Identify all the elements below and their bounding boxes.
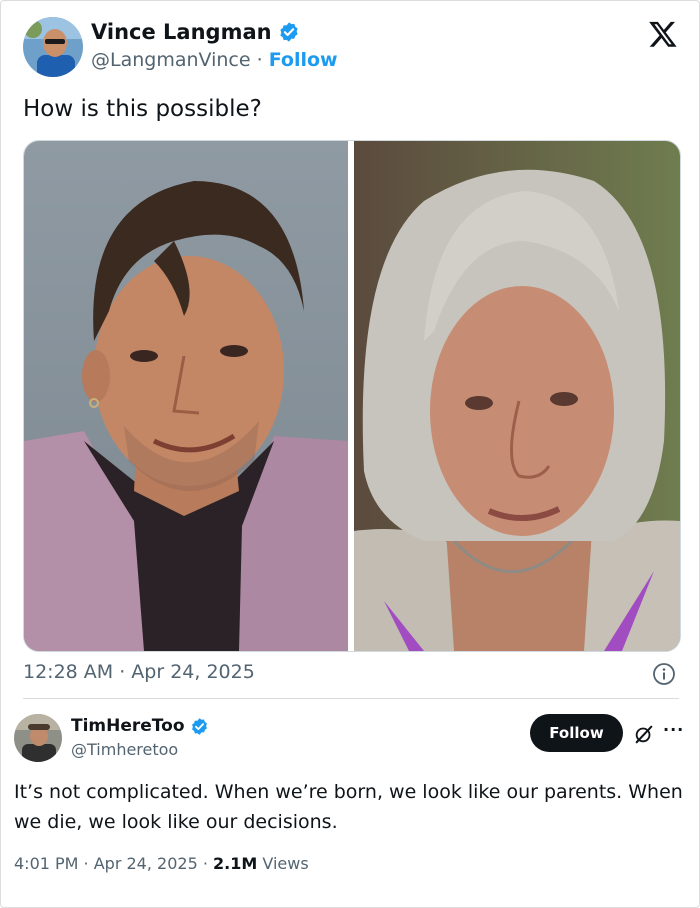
views-count: 2.1M xyxy=(213,854,258,873)
grok-icon[interactable] xyxy=(633,723,655,745)
divider xyxy=(23,698,679,699)
tweet-timestamp[interactable]: 12:28 AM · Apr 24, 2025 xyxy=(23,661,255,683)
follow-button[interactable]: Follow xyxy=(530,714,623,752)
handle-separator: · xyxy=(250,49,269,71)
more-icon[interactable]: ··· xyxy=(663,720,684,739)
author-handle[interactable]: @LangmanVince xyxy=(91,49,251,71)
info-icon[interactable] xyxy=(652,662,676,686)
reply-author-name-text[interactable]: TimHereToo xyxy=(71,716,185,736)
author-handle-row: @LangmanVince · Follow xyxy=(91,49,338,71)
reply-avatar[interactable] xyxy=(14,714,62,762)
verified-badge-icon xyxy=(279,22,298,42)
tweet-card: Vince Langman @LangmanVince · Follow How… xyxy=(0,0,700,908)
tweet-text: How is this possible? xyxy=(23,96,262,122)
reply-author-handle[interactable]: @Timheretoo xyxy=(71,740,178,759)
views-label: Views xyxy=(257,854,309,873)
reply-text: It’s not complicated. When we’re born, w… xyxy=(14,781,683,833)
x-logo-icon[interactable] xyxy=(648,19,678,49)
follow-link[interactable]: Follow xyxy=(269,49,338,71)
verified-badge-icon xyxy=(191,717,207,735)
author-name[interactable]: Vince Langman xyxy=(91,20,300,44)
reply-time[interactable]: 4:01 PM · Apr 24, 2025 · xyxy=(14,854,213,873)
reply-author-name[interactable]: TimHereToo xyxy=(71,716,209,736)
tweet-photo-young[interactable] xyxy=(24,141,348,651)
author-name-text[interactable]: Vince Langman xyxy=(91,20,272,44)
tweet-photo-older[interactable] xyxy=(354,141,680,651)
reply-meta: 4:01 PM · Apr 24, 2025 · 2.1M Views xyxy=(14,854,309,873)
photo-grid xyxy=(23,140,681,652)
author-avatar[interactable] xyxy=(23,17,83,77)
